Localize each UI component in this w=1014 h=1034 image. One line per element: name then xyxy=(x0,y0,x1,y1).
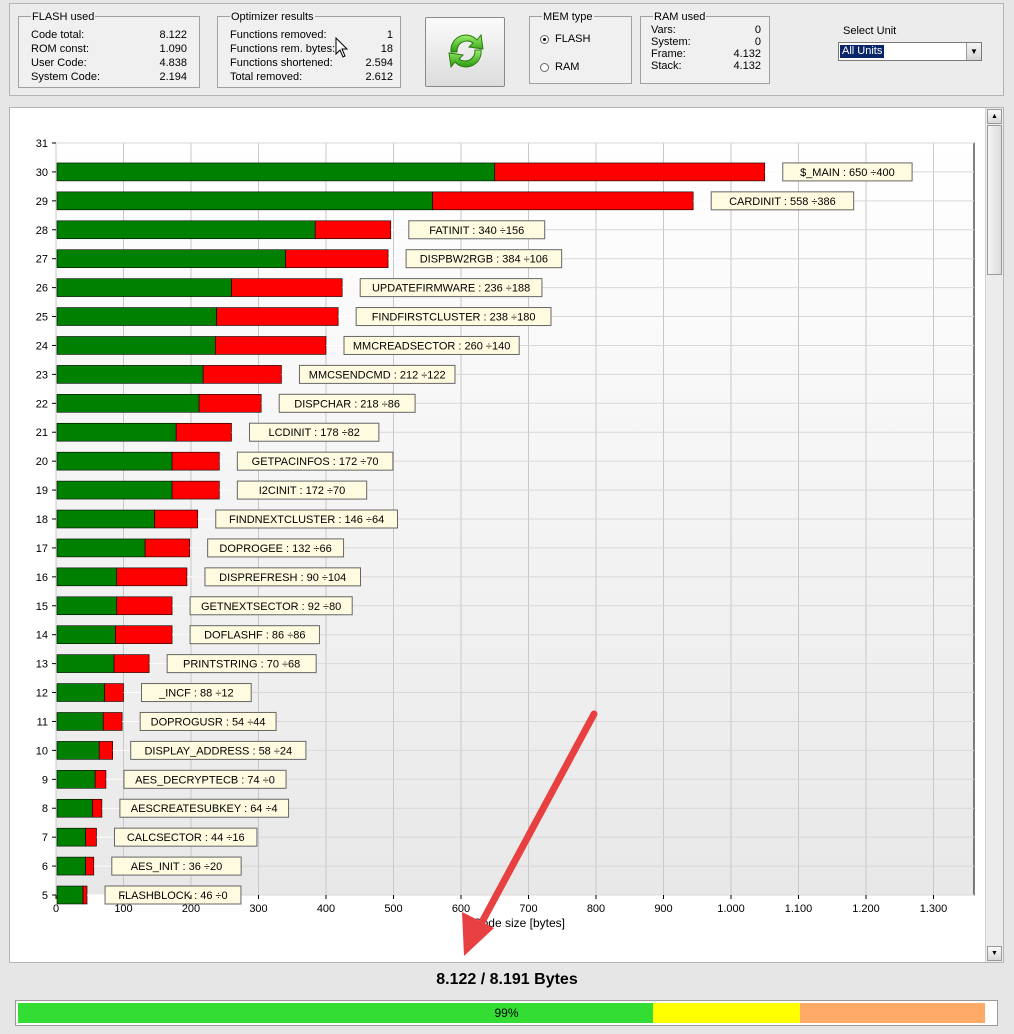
usage-progress-bar: 99% xyxy=(15,1000,998,1026)
total-size-text: 8.122 / 8.191 Bytes xyxy=(436,971,578,988)
annotation-arrow xyxy=(462,710,598,956)
progress-label: 99% xyxy=(494,1006,519,1020)
